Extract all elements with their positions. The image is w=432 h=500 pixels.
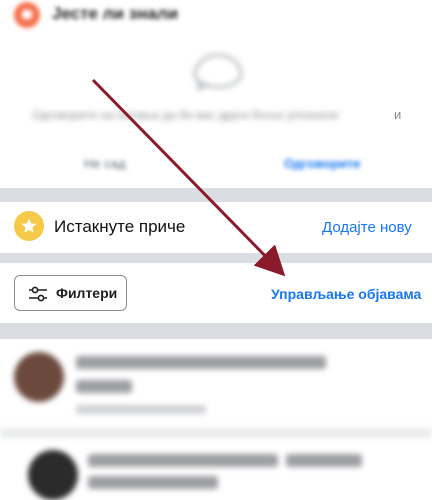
avatar	[14, 352, 64, 402]
did-you-know-card: Јесте ли знали Одговорите на питања да б…	[0, 0, 432, 188]
chat-bubble-icon	[14, 2, 40, 28]
post-meta	[76, 405, 206, 414]
manage-posts-link[interactable]: Управљање објавама	[271, 286, 421, 302]
post-text	[88, 454, 278, 467]
section-divider	[0, 253, 432, 263]
filters-label: Филтери	[56, 285, 118, 301]
post-text	[88, 476, 218, 489]
add-new-highlight-link[interactable]: Додајте нову	[322, 219, 412, 236]
section-divider	[0, 428, 432, 438]
avatar	[28, 450, 78, 500]
section-divider	[0, 323, 432, 339]
post-feed	[0, 340, 432, 500]
section-divider	[0, 188, 432, 202]
sliders-icon	[29, 286, 47, 302]
post-text	[286, 454, 362, 467]
post-text	[76, 380, 132, 393]
did-you-know-title: Јесте ли знали	[52, 4, 179, 23]
did-you-know-prompt-suffix: и	[394, 107, 402, 122]
star-icon	[14, 211, 44, 241]
highlights-label: Истакнуте приче	[54, 217, 186, 236]
answer-button[interactable]: Одговорите	[284, 156, 361, 171]
did-you-know-prompt: Одговорите на питања да би вас други бољ…	[32, 108, 339, 122]
not-now-button[interactable]: Не сад	[84, 156, 126, 171]
filters-button[interactable]: Филтери	[14, 275, 127, 311]
post-text	[76, 356, 326, 369]
